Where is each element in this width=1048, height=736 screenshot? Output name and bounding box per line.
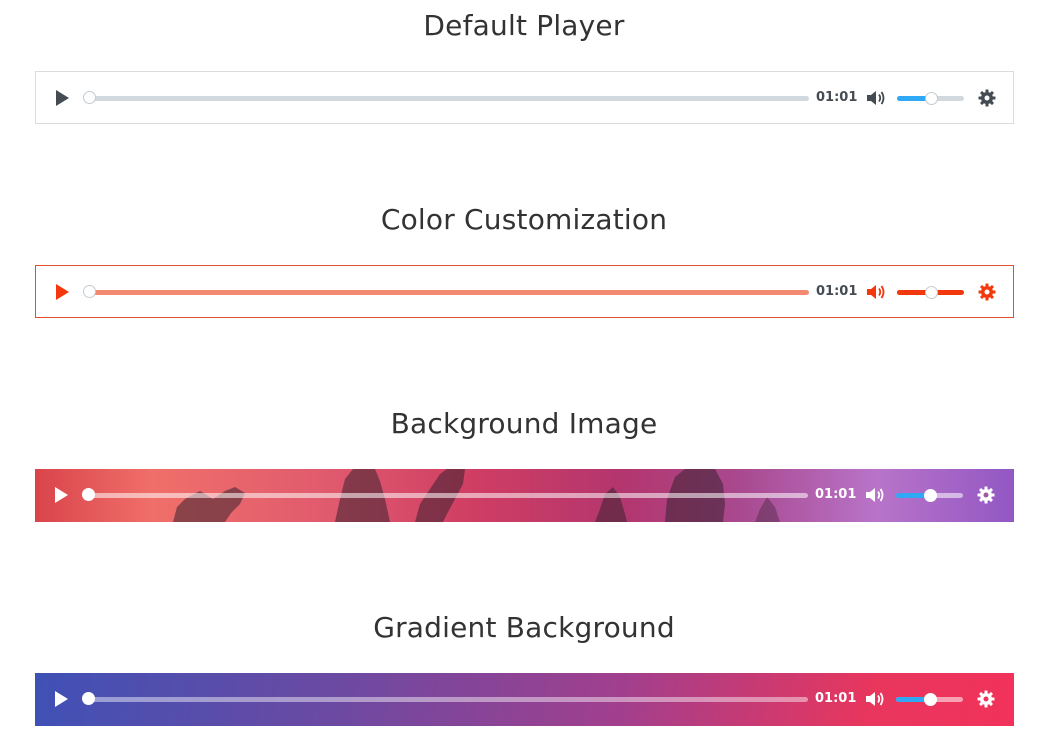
play-icon[interactable] — [52, 690, 70, 708]
volume-slider[interactable] — [897, 286, 964, 299]
volume-slider[interactable] — [896, 693, 963, 706]
progress-bar[interactable] — [83, 91, 809, 104]
section-title-color-customization: Color Customization — [380, 203, 668, 236]
volume-icon[interactable] — [865, 690, 885, 708]
gear-icon[interactable] — [978, 283, 996, 301]
audio-player-default: 01:01 — [35, 71, 1014, 124]
time-display: 01:01 — [816, 284, 858, 299]
volume-icon[interactable] — [866, 283, 886, 301]
gear-icon[interactable] — [978, 89, 996, 107]
play-icon[interactable] — [53, 89, 71, 107]
progress-bar[interactable] — [82, 692, 808, 705]
audio-player-gradient: 01:01 — [35, 673, 1014, 726]
gear-icon[interactable] — [977, 690, 995, 708]
volume-slider[interactable] — [897, 92, 964, 105]
time-display: 01:01 — [816, 90, 858, 105]
volume-handle[interactable] — [923, 693, 937, 706]
section-title-default-player: Default Player — [423, 9, 625, 42]
progress-handle[interactable] — [83, 285, 96, 298]
progress-bar[interactable] — [82, 488, 808, 501]
volume-handle[interactable] — [924, 92, 938, 105]
gear-icon[interactable] — [977, 486, 995, 504]
progress-bar[interactable] — [83, 285, 809, 298]
section-title-gradient-background: Gradient Background — [373, 611, 675, 644]
time-display: 01:01 — [815, 487, 857, 502]
volume-icon[interactable] — [865, 486, 885, 504]
time-display: 01:01 — [815, 691, 857, 706]
volume-icon[interactable] — [866, 89, 886, 107]
progress-handle[interactable] — [83, 91, 96, 104]
audio-player-background-image: 01:01 — [35, 469, 1014, 522]
volume-slider[interactable] — [896, 489, 963, 502]
play-icon[interactable] — [53, 283, 71, 301]
audio-player-color: 01:01 — [35, 265, 1014, 318]
volume-handle[interactable] — [923, 489, 937, 502]
progress-handle[interactable] — [82, 692, 95, 705]
play-icon[interactable] — [52, 486, 70, 504]
section-title-background-image: Background Image — [390, 407, 658, 440]
progress-handle[interactable] — [82, 488, 95, 501]
volume-handle[interactable] — [924, 286, 938, 299]
